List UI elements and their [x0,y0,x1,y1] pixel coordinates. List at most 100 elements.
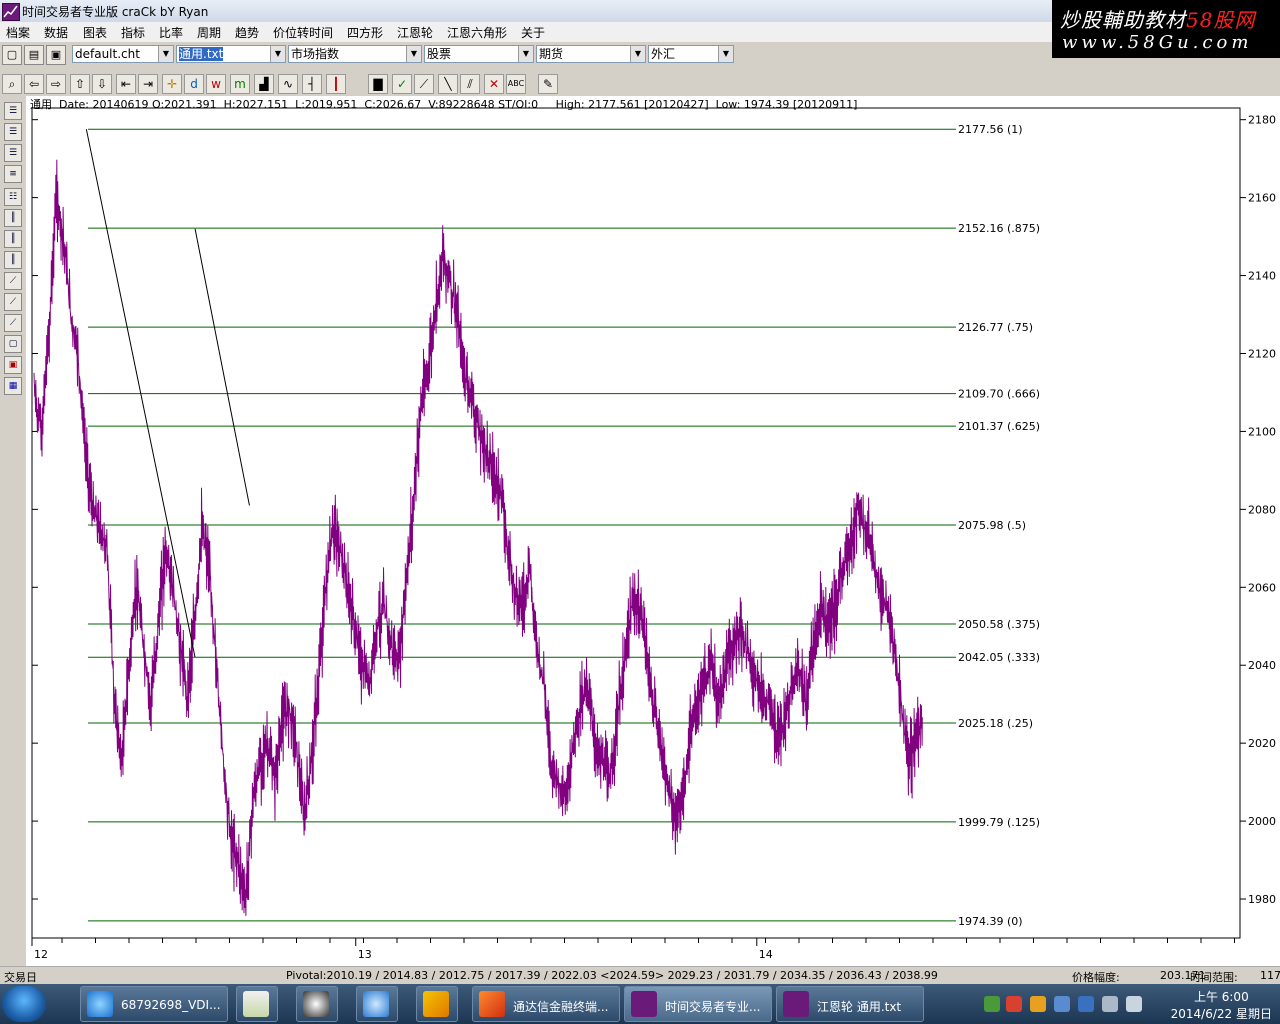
menu-square[interactable]: 四方形 [347,24,383,41]
stocks-select[interactable]: 股票 ▼ [424,45,534,63]
fib-fan-icon[interactable]: ☰ [4,123,22,141]
line-draw-icon[interactable]: ╲ [438,74,458,94]
fib-level-label: 2025.18 (.25) [958,717,1033,730]
menu-cycle[interactable]: 周期 [197,24,221,41]
fib-lines-icon[interactable]: ☰ [4,102,22,120]
chevron-down-icon: ▼ [270,46,285,62]
tray-network-icon[interactable] [984,996,1000,1012]
tray-chrome-icon[interactable] [1030,996,1046,1012]
forex-select[interactable]: 外汇 ▼ [648,45,734,63]
fib-level-label: 2050.58 (.375) [958,618,1040,631]
menu-about[interactable]: 关于 [521,24,545,41]
y-tick-label: 1980 [1248,893,1276,906]
taskbar-item-gann-wheel[interactable]: 江恩轮 通用.txt [776,986,924,1022]
fib-level-label: 1974.39 (0) [958,915,1023,928]
market-select[interactable]: 市场指数 ▼ [288,45,422,63]
menu-trend[interactable]: 趋势 [235,24,259,41]
m-icon[interactable]: m [230,74,250,94]
gann-fan-icon[interactable]: ⟋ [4,272,22,290]
symbol-file-select[interactable]: 通用.txt ▼ [176,45,286,63]
new-file-icon[interactable]: ▢ [2,45,22,65]
tray-alert-icon[interactable] [1006,996,1022,1012]
taskbar-item-browser[interactable] [356,986,398,1022]
trend-icon[interactable]: ⟋ [414,74,434,94]
open-folder-icon[interactable]: ▤ [24,45,44,65]
x-tick-label: 12 [34,948,48,961]
pitchfork-icon[interactable]: ⟋ [4,314,22,332]
taskbar-item-ie[interactable]: 68792698_VDI... [80,986,228,1022]
abc-icon[interactable]: ABC [506,74,526,94]
menu-indicator[interactable]: 指标 [121,24,145,41]
taskbar-item-drive[interactable] [416,986,458,1022]
title-bar: 时间交易者专业版 craCk bY Ryan [0,0,1052,23]
tray-shield-icon[interactable] [1054,996,1070,1012]
taskbar-item-tdx[interactable]: 通达信金融终端... [472,986,620,1022]
line-icon[interactable]: ∿ [278,74,298,94]
bar-chart-icon[interactable]: ▟ [254,74,274,94]
arrow-down-icon[interactable]: ⇩ [92,74,112,94]
clock[interactable]: 上午 6:00 2014/6/22 星期日 [1171,988,1272,1022]
fib-level-label: 2101.37 (.625) [958,420,1040,433]
w-icon[interactable]: w [206,74,226,94]
arrow-up-icon[interactable]: ⇧ [70,74,90,94]
y-tick-label: 2120 [1248,347,1276,360]
file-toolbar: ▢ ▤ ▣ default.cht ▼ 通用.txt ▼ 市场指数 ▼ 股票 ▼ 期货 ▼… [0,43,1052,67]
tray-display-icon[interactable] [1102,996,1118,1012]
watermark-line2: www.58Gu.com [1062,32,1253,53]
y-tick-label: 2060 [1248,581,1276,594]
chevron-down-icon: ▼ [406,46,421,62]
futures-select[interactable]: 期货 ▼ [536,45,646,63]
box-icon[interactable]: ▣ [4,356,22,374]
plot-frame [31,107,1241,939]
chart-file-select[interactable]: default.cht ▼ [72,45,174,63]
price-chart[interactable]: 1980 2000 2020 2040 2060 2080 2100 2120 2140 2160… [26,96,1280,966]
menu-gann-hexagon[interactable]: 江恩六角形 [447,24,507,41]
eraser-icon[interactable]: ✕ [484,74,504,94]
tray-security-icon[interactable] [1078,996,1094,1012]
fib-arc-icon[interactable]: ☰ [4,144,22,162]
arrow-right-icon[interactable]: ⇨ [46,74,66,94]
start-button[interactable] [2,986,46,1022]
zoom-icon[interactable]: ⌕ [2,74,22,94]
taskbar-item-qq[interactable] [296,986,338,1022]
taskbar-item-map[interactable] [236,986,278,1022]
d-icon[interactable]: d [184,74,204,94]
crosshair-icon[interactable]: ✛ [162,74,182,94]
candle-icon[interactable]: ┃ [326,74,346,94]
y-tick-label: 2080 [1248,503,1276,516]
cycle-lines-icon[interactable]: ║ [4,230,22,248]
expand-icon[interactable]: ⇥ [138,74,158,94]
save-icon[interactable]: ▣ [46,45,66,65]
status-bar: 交易日 Pivotal:2010.19 / 2014.83 / 2012.75 … [0,966,1280,985]
compress-icon[interactable]: ⇤ [116,74,136,94]
square-icon[interactable]: ▢ [4,335,22,353]
app-icon [2,3,20,21]
watermark-line1: 炒股輔助教材58股网 [1060,8,1256,32]
menu-bar: 档案 数据 图表 指标 比率 周期 趋势 价位转时间 四方形 江恩轮 江恩六角形… [0,22,1052,42]
tdx-icon [479,991,505,1017]
check-icon[interactable]: ✓ [392,74,412,94]
chart-area[interactable]: 1980 2000 2020 2040 2060 2080 2100 2120 2140 2160… [26,96,1280,966]
gann-angle-icon[interactable]: ⟋ [4,293,22,311]
menu-price-time[interactable]: 价位转时间 [273,24,333,41]
grid-box-icon[interactable]: ▦ [4,377,22,395]
vertical-lines-icon[interactable]: ║ [4,209,22,227]
time-cycle-icon[interactable]: ║ [4,251,22,269]
menu-data[interactable]: 数据 [44,24,68,41]
fib-time-icon[interactable]: ≡ [4,165,22,183]
taskbar-item-timetrader[interactable]: 时间交易者专业... [624,986,772,1022]
bar-hist-icon[interactable]: ▇ [368,74,388,94]
menu-gann-wheel[interactable]: 江恩轮 [397,24,433,41]
grid-lines-icon[interactable]: ☷ [4,188,22,206]
brush-icon[interactable]: ✎ [538,74,558,94]
menu-chart[interactable]: 图表 [83,24,107,41]
menu-ratio[interactable]: 比率 [159,24,183,41]
menu-file[interactable]: 档案 [6,24,30,41]
clock-date: 2014/6/22 星期日 [1170,1007,1272,1021]
arrow-left-icon[interactable]: ⇦ [24,74,44,94]
fib-level-label: 2152.16 (.875) [958,222,1040,235]
parallel-icon[interactable]: ⫽ [460,74,480,94]
chevron-down-icon: ▼ [158,46,173,62]
tick-icon[interactable]: ┤ [302,74,322,94]
tray-volume-icon[interactable] [1126,996,1142,1012]
